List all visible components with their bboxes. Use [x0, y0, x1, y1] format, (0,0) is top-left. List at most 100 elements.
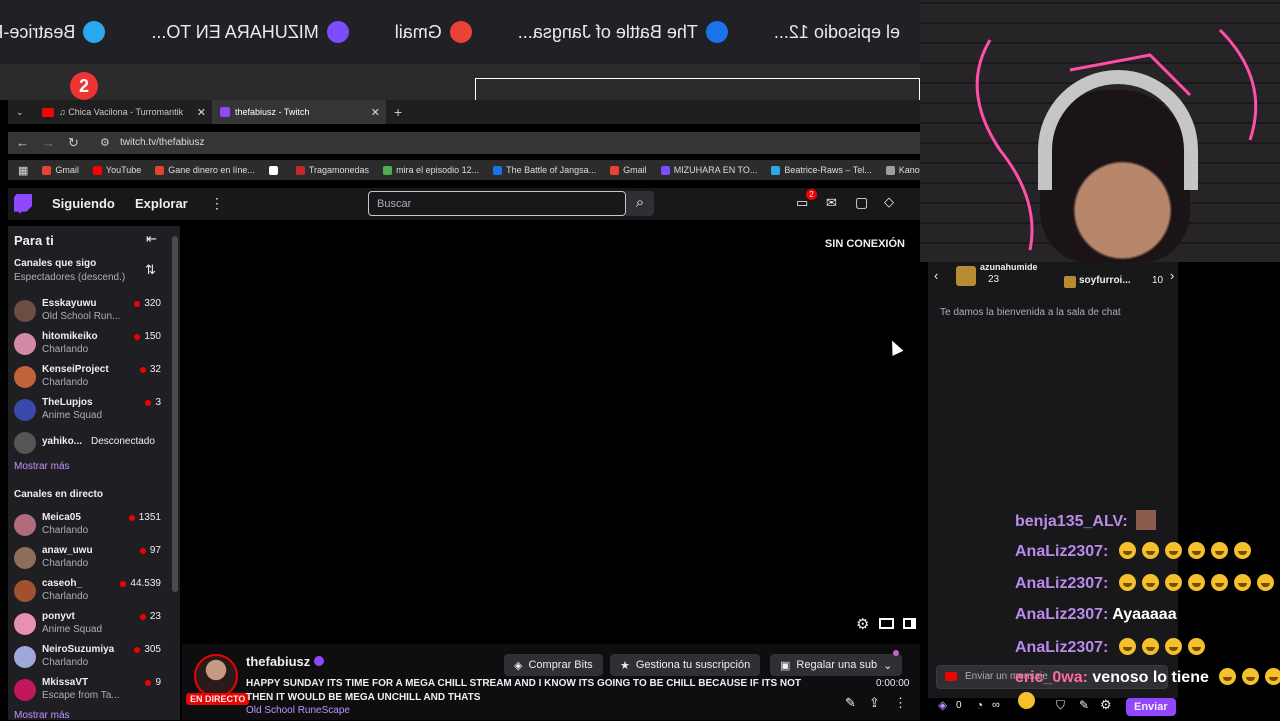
- bookmark-item[interactable]: mira el episodio 12...: [383, 165, 479, 175]
- bookmark-item[interactable]: Kano: [885, 165, 920, 175]
- search-icon[interactable]: ⌕: [626, 191, 654, 216]
- buy-bits-button[interactable]: ◈ Comprar Bits: [504, 654, 603, 676]
- sidebar-scrollbar[interactable]: [172, 236, 178, 592]
- site-info-icon[interactable]: ⚙: [100, 136, 110, 149]
- rofl-emoji: [1164, 574, 1182, 591]
- youtube-icon: [42, 107, 54, 117]
- sidebar-channel[interactable]: anaw_uwu Charlando 97: [8, 543, 173, 573]
- avatar: [14, 432, 36, 454]
- show-more-link[interactable]: Mostrar más: [14, 461, 70, 472]
- collapse-sidebar-icon[interactable]: ⇤: [146, 231, 157, 247]
- gifter-count: 10: [1152, 275, 1164, 286]
- tab-list-button[interactable]: ⌄: [8, 100, 32, 124]
- tab-twitch[interactable]: thefabiusz - Twitch ✕: [212, 100, 386, 124]
- bookmark-icon: [42, 165, 52, 175]
- nav-browse[interactable]: Explorar: [135, 196, 188, 211]
- chat-message: AnaLiz2307: Ayaaaaa: [1015, 606, 1177, 623]
- reload-icon[interactable]: ↻: [68, 135, 79, 151]
- uptime: 0:00:00: [876, 678, 910, 689]
- chevron-down-icon: ⌄: [16, 106, 24, 117]
- chevron-left-icon[interactable]: ‹: [934, 268, 938, 283]
- sidebar-channel[interactable]: Esskayuwu Old School Run... 320: [8, 296, 173, 326]
- inbox-icon[interactable]: ✉: [826, 195, 837, 211]
- twitch-logo-icon[interactable]: [14, 194, 32, 214]
- bookmark-item[interactable]: Beatrice-Raws – Tel...: [771, 165, 872, 175]
- url-field[interactable]: twitch.tv/thefabiusz: [120, 137, 204, 148]
- send-button[interactable]: Enviar: [1126, 698, 1176, 716]
- chat-message: benja135_ALV:: [1015, 510, 1157, 531]
- game-link[interactable]: Old School RuneScape: [246, 705, 350, 716]
- tab-music[interactable]: ♫ Chica Vacilona - Turromantik ✕: [34, 100, 212, 124]
- chat-panel: ‹ azunahumide 23 soyfurroi... 10 › Te da…: [920, 262, 1280, 720]
- mirrored-browser-strip: 2: [0, 64, 920, 100]
- fullscreen-icon[interactable]: [903, 618, 916, 629]
- stream-title: HAPPY SUNDAY ITS TIME FOR A MEGA CHILL S…: [246, 678, 802, 703]
- bookmarks-bar: ▦ Gmail YouTube Gane dinero en líne... Trag…: [8, 160, 920, 180]
- bookmark-item[interactable]: The Battle of Jangsa...: [493, 165, 596, 175]
- viewer-count: 320: [134, 298, 161, 309]
- sidebar-channel[interactable]: hitomikeiko Charlando 150: [8, 329, 173, 359]
- new-tab-button[interactable]: +: [386, 100, 410, 124]
- bookmark-item[interactable]: YouTube: [92, 165, 141, 175]
- rofl-emoji: [1141, 542, 1159, 559]
- nav-following[interactable]: Siguiendo: [52, 196, 115, 211]
- sidebar-channel[interactable]: NeiroSuzumiya Charlando 305: [8, 642, 173, 672]
- shield-icon[interactable]: ⛉: [1056, 698, 1065, 713]
- share-icon[interactable]: ⇪: [869, 695, 880, 711]
- bookmark-item[interactable]: MIZUHARA EN TO...: [660, 165, 757, 175]
- chat-settings-icon[interactable]: ⚙: [1100, 697, 1112, 713]
- settings-icon[interactable]: ⚙: [856, 615, 869, 633]
- bookmark-item[interactable]: Gmail: [42, 165, 79, 175]
- rofl-emoji: [1256, 574, 1274, 591]
- gift-sub-button[interactable]: ▣ Regalar una sub ⌄: [770, 654, 903, 676]
- video-player[interactable]: SIN CONEXIÓN ⚙: [182, 226, 920, 644]
- forward-arrow-icon[interactable]: →: [42, 135, 55, 150]
- bookmark-icon: [295, 165, 305, 175]
- sticker-image: [1136, 510, 1157, 530]
- close-tab-icon[interactable]: ✕: [197, 106, 206, 119]
- sidebar-channel-offline[interactable]: yahiko... Desconectado: [8, 428, 173, 458]
- apps-icon[interactable]: ▦: [18, 164, 28, 177]
- channel-points-icon[interactable]: ◈: [938, 698, 947, 712]
- sidebar-channel[interactable]: KenseiProject Charlando 32: [8, 362, 173, 392]
- bookmark-icon: [268, 165, 278, 175]
- sort-icon[interactable]: ⇅: [145, 262, 156, 278]
- manage-sub-button[interactable]: ★ Gestiona tu suscripción: [610, 654, 761, 676]
- offline-label: SIN CONEXIÓN: [824, 238, 905, 250]
- nav-more-icon[interactable]: ⋮: [210, 195, 224, 212]
- star-icon: ★: [620, 659, 630, 672]
- bookmark-item[interactable]: Gane dinero en líne...: [155, 165, 255, 175]
- back-arrow-icon[interactable]: ←: [16, 135, 29, 150]
- sidebar-channel[interactable]: MkissaVT Escape from Ta... 9: [8, 675, 173, 705]
- mirrored-bookmark: Beatrice-Raws - T: [0, 21, 106, 43]
- channel-avatar[interactable]: [194, 654, 238, 698]
- bookmark-item[interactable]: Gmail: [610, 165, 647, 175]
- search-input[interactable]: Buscar: [368, 191, 626, 216]
- show-more-link[interactable]: Mostrar más: [14, 710, 70, 721]
- edit-icon[interactable]: ✎: [845, 695, 856, 711]
- avatar: [14, 300, 36, 322]
- chevron-right-icon[interactable]: ›: [1170, 268, 1174, 283]
- sidebar-channel[interactable]: TheLupjos Anime Squad 3: [8, 395, 173, 425]
- bookmark-item[interactable]: Tragamonedas: [295, 165, 369, 175]
- infinity-label: ∞: [992, 699, 1000, 711]
- points-count: 0: [956, 700, 962, 711]
- bookmark-item[interactable]: [268, 165, 282, 175]
- twitch-top-nav: Siguiendo Explorar ⋮ Buscar ⌕ ▭ 2 ✉ ▢ ◇: [8, 188, 920, 220]
- theatre-mode-icon[interactable]: [879, 618, 894, 629]
- sidebar-channel[interactable]: caseoh_ Charlando 44.539: [8, 576, 173, 606]
- chat-message: eric_0wa: venoso lo tiene: [1015, 668, 1280, 687]
- gift-icon: [956, 266, 976, 286]
- close-tab-icon[interactable]: ✕: [371, 106, 380, 119]
- rofl-emoji: [1210, 542, 1228, 559]
- sidebar-channel[interactable]: ponyvt Anime Squad 23: [8, 609, 173, 639]
- sidebar-channel[interactable]: Meica05 Charlando 1351: [8, 510, 173, 540]
- rofl-emoji: [1164, 542, 1182, 559]
- prime-icon[interactable]: ◇: [884, 194, 894, 210]
- whispers-icon[interactable]: ▢: [855, 194, 868, 211]
- mouse-cursor-icon: [886, 338, 904, 356]
- channel-name[interactable]: thefabiusz: [246, 654, 310, 669]
- hype-icon[interactable]: ◔: [976, 698, 983, 712]
- pencil-icon[interactable]: ✎: [1079, 698, 1089, 712]
- more-options-icon[interactable]: ⋮: [894, 695, 907, 711]
